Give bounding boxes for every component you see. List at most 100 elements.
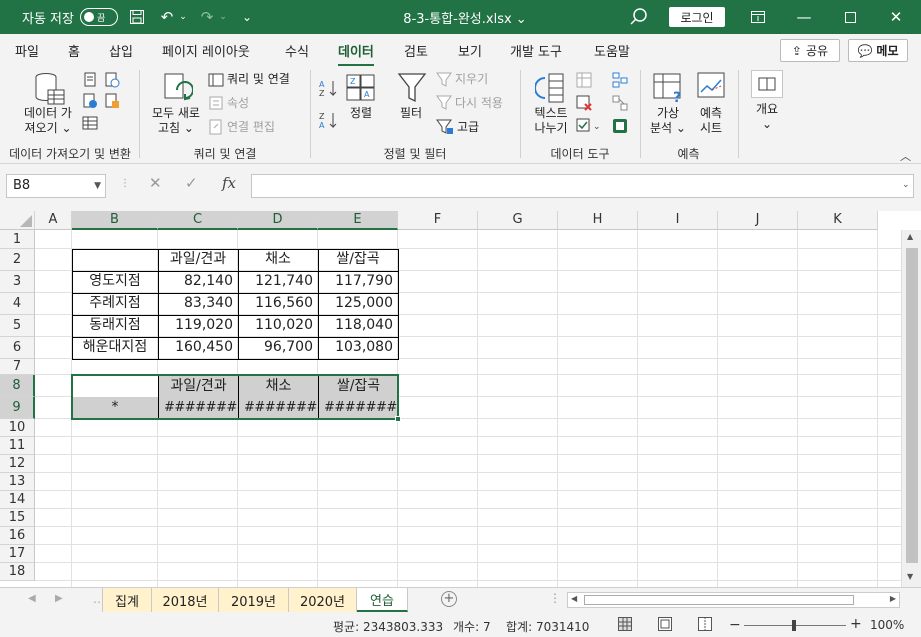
table2-corner-cell[interactable] [72,375,158,397]
table1-header-cell[interactable]: 과일/견과 [158,249,238,271]
sheet-tab-summary[interactable]: 집계 [102,588,152,612]
table2-header-cell[interactable]: 과일/견과 [158,375,238,397]
table1-value-cell[interactable]: 103,080 [318,337,398,359]
cancel-icon[interactable]: ✕ [149,174,162,192]
table2-row-label[interactable]: * [72,397,158,419]
fill-handle[interactable] [395,416,401,422]
column-header-j[interactable]: J [718,211,798,230]
relationships-icon[interactable] [612,95,628,114]
select-all-corner[interactable] [0,211,35,230]
sheet-tab-2018[interactable]: 2018년 [152,588,219,612]
sheet-tab-practice[interactable]: 연습 [357,588,408,612]
table1-value-cell[interactable]: 119,020 [158,315,238,337]
table1-row-label[interactable]: 영도지점 [72,271,158,293]
tab-review[interactable]: 검토 [404,41,428,60]
remove-duplicates-icon[interactable] [576,95,592,114]
zoom-in-icon[interactable]: + [850,616,862,632]
page-layout-view-icon[interactable] [658,617,672,634]
column-header-e[interactable]: E [318,211,398,230]
edit-links-button[interactable]: 연결 편집 [227,120,275,135]
table1-value-cell[interactable]: 160,450 [158,337,238,359]
row-header-18[interactable]: 18 [0,563,35,581]
column-header-c[interactable]: C [158,211,238,230]
formula-input[interactable] [251,174,914,198]
name-box-dropdown-icon[interactable]: ▼ [94,175,101,197]
prev-sheet-icon[interactable]: ◀ [28,593,36,604]
column-header-f[interactable]: F [398,211,478,230]
refresh-all-button[interactable]: 모두 새로 고침 ⌄ [146,106,206,136]
name-box[interactable]: B8 ▼ [6,174,106,198]
page-break-view-icon[interactable] [698,617,712,634]
row-header-16[interactable]: 16 [0,527,35,545]
scroll-down-icon[interactable]: ▼ [907,572,913,581]
sheet-tab-2019[interactable]: 2019년 [219,588,289,612]
sheet-tab-2020[interactable]: 2020년 [289,588,357,612]
tab-insert[interactable]: 삽입 [109,41,133,60]
redo-dropdown-icon[interactable]: ⌄ [218,6,228,28]
filter-button[interactable]: 필터 [394,106,428,121]
customize-toolbar-icon[interactable]: ⌄ [236,6,258,28]
search-icon[interactable] [628,6,650,28]
table1-row-label[interactable]: 동래지점 [72,315,158,337]
queries-connections-button[interactable]: 쿼리 및 연결 [227,72,290,87]
tab-home[interactable]: 홈 [68,41,80,60]
share-button[interactable]: ⇪ 공유 [780,39,840,62]
tab-data[interactable]: 데이터 [338,41,374,67]
table2-header-cell[interactable]: 쌀/잡곡 [318,375,398,397]
table1-value-cell[interactable]: 96,700 [238,337,318,359]
maximize-icon[interactable] [827,0,873,34]
from-text-icon[interactable] [82,72,98,91]
row-header-7[interactable]: 7 [0,359,35,375]
column-header-k[interactable]: K [798,211,878,230]
advanced-button[interactable]: 고급 [457,120,479,135]
row-header-5[interactable]: 5 [0,315,35,337]
tab-split-grip-icon[interactable]: ⋮ [549,591,561,605]
login-button[interactable]: 로그인 [669,7,725,27]
row-header-9[interactable]: 9 [0,397,35,419]
table1-value-cell[interactable]: 83,340 [158,293,238,315]
save-icon[interactable] [126,6,148,28]
row-header-15[interactable]: 15 [0,509,35,527]
memo-button[interactable]: 💬 메모 [848,39,908,62]
table1-value-cell[interactable]: 125,000 [318,293,398,315]
from-web-icon[interactable] [82,93,98,112]
tab-view[interactable]: 보기 [458,41,482,60]
close-icon[interactable]: ✕ [873,0,919,34]
sort-descending-icon[interactable]: ZA [319,110,339,133]
row-header-10[interactable]: 10 [0,419,35,437]
properties-button[interactable]: 속성 [227,96,249,111]
sort-button[interactable]: 정렬 [344,106,378,121]
outline-button[interactable]: 개요 ⌄ [748,102,786,132]
table2-header-cell[interactable]: 채소 [238,375,318,397]
whatif-analysis-button[interactable]: 가상 분석 ⌄ [645,106,691,136]
row-header-4[interactable]: 4 [0,293,35,315]
column-header-h[interactable]: H [558,211,638,230]
table2-value-cell[interactable]: ######## [158,397,238,419]
table1-row-label[interactable]: 해운대지점 [72,337,158,359]
horizontal-scrollbar[interactable]: ◀ ▶ [567,592,900,608]
zoom-out-icon[interactable]: − [729,617,741,633]
vertical-scrollbar[interactable]: ▲ ▼ [901,230,921,587]
from-table-icon[interactable] [82,115,98,134]
clear-button[interactable]: 지우기 [455,72,488,87]
table1-value-cell[interactable]: 82,140 [158,271,238,293]
tab-page-layout[interactable]: 페이지 레이아웃 [162,41,250,60]
h-scroll-thumb[interactable] [584,595,854,605]
collapse-ribbon-icon[interactable]: ︿ [900,148,911,164]
table1-value-cell[interactable]: 117,790 [318,271,398,293]
undo-icon[interactable]: ↶ [156,6,178,28]
row-header-13[interactable]: 13 [0,473,35,491]
zoom-level[interactable]: 100% [870,618,904,632]
insert-function-icon[interactable]: fx [222,174,236,192]
scroll-left-icon[interactable]: ◀ [571,594,577,603]
column-header-a[interactable]: A [35,211,72,230]
scroll-up-icon[interactable]: ▲ [907,232,913,241]
tab-formulas[interactable]: 수식 [285,41,309,60]
row-header-8[interactable]: 8 [0,375,35,397]
column-header-d[interactable]: D [238,211,318,230]
text-to-columns-button[interactable]: 텍스트 나누기 [529,106,573,136]
scroll-right-icon[interactable]: ▶ [890,594,896,603]
forecast-sheet-button[interactable]: 예측 시트 [692,106,730,136]
row-header-2[interactable]: 2 [0,249,35,271]
tab-developer[interactable]: 개발 도구 [510,41,562,60]
